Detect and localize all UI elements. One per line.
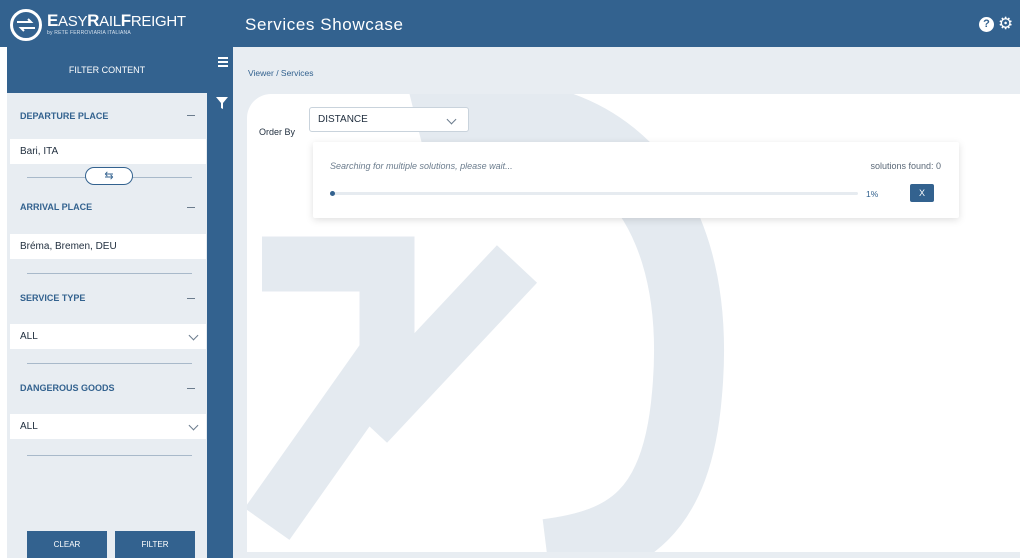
order-by-label: Order By bbox=[259, 127, 296, 137]
arrival-place-title: ARRIVAL PLACE bbox=[20, 202, 93, 212]
breadcrumb[interactable]: Viewer / Services bbox=[248, 68, 314, 78]
service-type-title: SERVICE TYPE bbox=[20, 293, 86, 303]
order-by-select[interactable]: DISTANCE bbox=[309, 107, 469, 132]
dangerous-goods-title: DANGEROUS GOODS bbox=[20, 383, 115, 393]
order-by-value: DISTANCE bbox=[318, 114, 368, 125]
dangerous-goods-collapse-toggle[interactable] bbox=[187, 388, 195, 389]
service-type-collapse-toggle[interactable] bbox=[187, 298, 195, 299]
chevron-down-icon bbox=[446, 114, 457, 125]
departure-place-title: DEPARTURE PLACE bbox=[20, 111, 109, 121]
clear-button[interactable]: CLEAR bbox=[27, 531, 107, 558]
top-bar: EASYRAILFREIGHT by RETE FERROVIARIA ITAL… bbox=[0, 0, 1020, 47]
menu-icon[interactable] bbox=[218, 57, 228, 69]
departure-collapse-toggle[interactable] bbox=[187, 115, 195, 116]
arrival-place-input[interactable]: Bréma, Bremen, DEU bbox=[10, 234, 206, 259]
logo-icon bbox=[10, 9, 42, 41]
departure-place-input[interactable]: Bari, ITA bbox=[10, 139, 206, 164]
filter-button[interactable]: FILTER bbox=[115, 531, 195, 558]
search-progress-card: Searching for multiple solutions, please… bbox=[313, 142, 959, 218]
swap-icon[interactable]: ⇆ bbox=[85, 167, 133, 185]
logo-title: EASYRAILFREIGHT bbox=[47, 11, 186, 30]
divider bbox=[27, 455, 192, 456]
dangerous-goods-select[interactable]: ALL bbox=[10, 414, 206, 439]
progress-bar bbox=[330, 191, 858, 196]
logo-subtitle: by RETE FERROVIARIA ITALIANA bbox=[47, 30, 131, 36]
chevron-down-icon bbox=[188, 420, 199, 431]
gear-icon[interactable]: ⚙ bbox=[998, 15, 1016, 33]
solutions-found-count: solutions found: 0 bbox=[870, 161, 941, 171]
filter-content-header: FILTER CONTENT bbox=[7, 47, 207, 93]
app-logo[interactable]: EASYRAILFREIGHT by RETE FERROVIARIA ITAL… bbox=[10, 9, 195, 41]
chevron-down-icon bbox=[188, 330, 199, 341]
cancel-search-button[interactable]: X bbox=[910, 184, 934, 202]
dangerous-goods-value: ALL bbox=[20, 421, 38, 432]
page-title: Services Showcase bbox=[245, 15, 404, 34]
divider bbox=[27, 273, 192, 274]
divider bbox=[27, 363, 192, 364]
service-type-select[interactable]: ALL bbox=[10, 324, 206, 349]
progress-bar-fill bbox=[330, 191, 335, 196]
service-type-value: ALL bbox=[20, 331, 38, 342]
progress-percent: 1% bbox=[866, 189, 879, 199]
sidebar-toggle-strip bbox=[207, 47, 233, 558]
searching-message: Searching for multiple solutions, please… bbox=[330, 161, 513, 171]
funnel-icon[interactable] bbox=[216, 97, 228, 109]
arrival-collapse-toggle[interactable] bbox=[187, 207, 195, 208]
filter-sidebar: FILTER CONTENT DEPARTURE PLACE Bari, ITA… bbox=[7, 47, 207, 558]
help-icon[interactable]: ? bbox=[979, 17, 994, 32]
